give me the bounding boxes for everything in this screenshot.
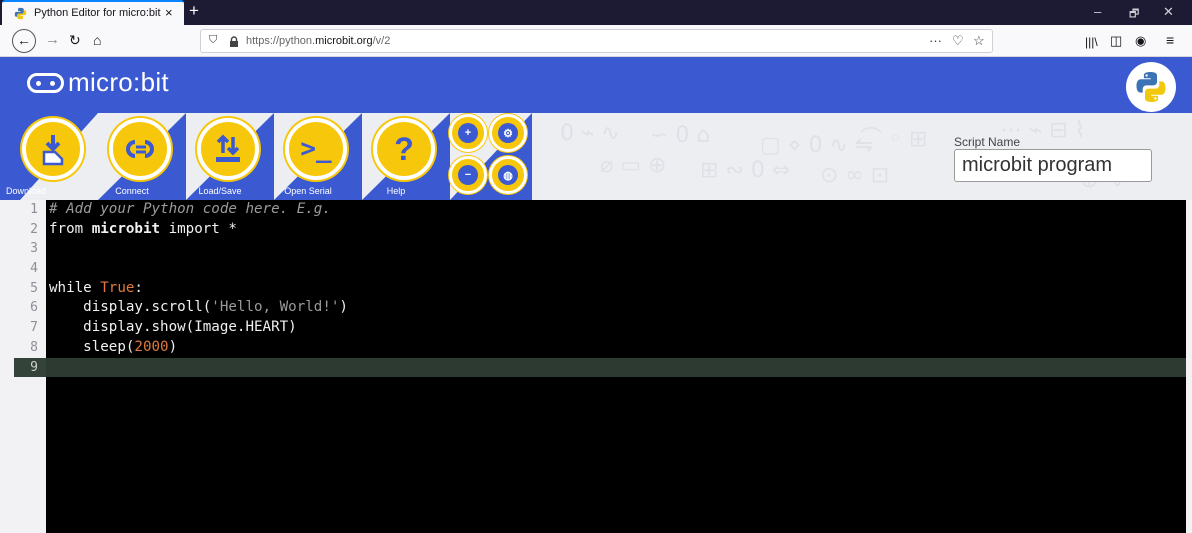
zoom-out-icon: − — [458, 165, 478, 185]
account-icon[interactable]: ◉ — [1135, 32, 1146, 50]
line-number: 4 — [30, 261, 38, 277]
code-line[interactable]: from microbit import * — [46, 220, 1186, 240]
help-icon: ? — [394, 130, 414, 167]
decor-glyph: 0 ⌁ ∿ — [560, 121, 620, 146]
code-line[interactable] — [46, 239, 1186, 259]
connect-label: Connect — [115, 186, 149, 196]
python-favicon-icon — [14, 7, 27, 20]
reload-icon[interactable]: ↻ — [69, 31, 81, 49]
app-logo-text: micro:bit — [68, 67, 169, 97]
code-token: import * — [160, 220, 237, 237]
download-icon — [26, 122, 80, 176]
tracking-shield-icon[interactable]: ⛉ — [209, 34, 217, 47]
code-token: # Add your Python code here. E.g. — [49, 201, 331, 217]
language-icon: ◍ — [498, 165, 518, 185]
decor-glyph: ⌒ ◦ ⊞ — [860, 127, 928, 152]
script-name-input[interactable] — [954, 149, 1152, 182]
home-icon[interactable]: ⌂ — [93, 31, 101, 49]
code-token: ) — [168, 338, 178, 355]
url-text: https://python.microbit.org/v/2 — [246, 35, 391, 47]
settings-icon: ⚙ — [498, 123, 518, 143]
code-token: 2000 — [134, 338, 169, 355]
decor-glyph: ⊙ ∞ ⊡ — [820, 163, 890, 188]
tab-close-icon[interactable]: × — [165, 5, 173, 20]
url-bar[interactable]: ⛉ https://python.microbit.org/v/2 ··· ♡ … — [200, 29, 993, 53]
line-number: 8 — [30, 339, 38, 355]
line-number: 7 — [30, 320, 38, 336]
language-button[interactable]: ◍ — [489, 156, 527, 194]
download-label: Download — [6, 186, 47, 196]
microbit-logo-icon — [27, 73, 64, 93]
help-button[interactable]: ? Help — [352, 113, 450, 200]
code-token: : — [134, 279, 143, 296]
line-number: 6 — [30, 300, 38, 316]
line-number: 1 — [30, 202, 38, 217]
browser-tab[interactable]: Python Editor for micro:bit × — [2, 0, 184, 25]
python-logo-icon — [1126, 62, 1176, 112]
code-editor[interactable]: 1 2 3 4 5 6 7 8 9 # Add your Python code here. E… — [14, 200, 1186, 533]
page-actions-icon[interactable]: ··· — [929, 33, 942, 48]
code-area[interactable]: # Add your Python code here. E.g. from mi… — [46, 200, 1186, 378]
zoom-in-icon: + — [458, 123, 478, 143]
code-token: while — [49, 279, 101, 296]
app-header: micro:bit — [0, 57, 1192, 113]
line-number: 2 — [30, 221, 38, 237]
browser-nav-bar: ← → ↻ ⌂ ⛉ https://python.microbit.org/v/… — [0, 25, 1192, 57]
code-line[interactable]: display.scroll('Hello, World!') — [46, 298, 1186, 318]
bookmark-star-icon[interactable]: ☆ — [973, 33, 985, 49]
code-line[interactable]: # Add your Python code here. E.g. — [46, 200, 1186, 220]
decor-glyph: ⊞ ∾ 0 ⇔ — [700, 158, 791, 183]
zoom-in-button[interactable]: + — [449, 114, 487, 152]
load-save-icon — [201, 122, 255, 176]
line-number: 9 — [14, 357, 46, 378]
decor-glyph: ▢ ⋄ 0 ∿ ⇋ — [760, 133, 874, 158]
serial-icon: >_ — [300, 134, 332, 164]
load-save-label: Load/Save — [198, 186, 242, 196]
line-number: 5 — [30, 280, 38, 296]
line-number: 3 — [30, 241, 38, 257]
code-token: ) — [339, 299, 348, 316]
decor-glyph: ∽ 0 ⌂ — [650, 123, 711, 148]
sidebar-icon[interactable]: ◫ — [1110, 32, 1122, 50]
code-token: microbit — [91, 220, 161, 237]
open-serial-label: Open Serial — [284, 186, 332, 196]
forward-icon[interactable]: → — [45, 31, 60, 49]
line-number-gutter: 1 2 3 4 5 6 7 8 9 — [14, 200, 46, 533]
pocket-icon[interactable]: ♡ — [952, 33, 964, 49]
close-window-icon[interactable]: ✕ — [1163, 4, 1174, 20]
load-save-button[interactable]: Load/Save — [176, 113, 274, 200]
code-token: sleep( — [49, 338, 135, 355]
decor-glyph: ⌀ ▭ ⊕ — [600, 153, 667, 178]
browser-tab-strip: Python Editor for micro:bit × + – 🗗 ✕ — [0, 0, 1192, 25]
back-icon[interactable]: ← — [12, 29, 36, 53]
menu-icon[interactable]: ≡ — [1166, 31, 1174, 49]
code-line[interactable]: sleep(2000) — [46, 338, 1186, 358]
new-tab-icon[interactable]: + — [189, 2, 199, 20]
open-serial-button[interactable]: >_ Open Serial — [264, 113, 362, 200]
help-label: Help — [386, 186, 406, 196]
left-margin — [0, 200, 14, 533]
code-token: from — [49, 220, 92, 237]
library-icon[interactable]: |||\ — [1085, 33, 1098, 51]
code-line[interactable] — [46, 259, 1186, 279]
code-token: 'Hello, World!' — [211, 299, 340, 316]
tab-title: Python Editor for micro:bit — [34, 7, 161, 19]
code-line[interactable]: while True: — [46, 279, 1186, 299]
code-line[interactable]: display.show(Image.HEART) — [46, 318, 1186, 338]
code-token: display.scroll( — [49, 299, 212, 316]
script-name-label: Script Name — [954, 135, 1021, 149]
editor-toolbar: 0 ⌁ ∿ ⌀ ▭ ⊕ ∽ 0 ⌂ ⊞ ∾ 0 ⇔ ▢ ⋄ 0 ∿ ⇋ ⊙ ∞ … — [0, 113, 1192, 200]
minimize-icon[interactable]: – — [1094, 4, 1101, 19]
connect-button[interactable]: Connect — [88, 113, 186, 200]
restore-icon[interactable]: 🗗 — [1129, 5, 1139, 24]
settings-button[interactable]: ⚙ — [489, 114, 527, 152]
zoom-out-button[interactable]: − — [449, 156, 487, 194]
code-token: True — [100, 279, 135, 296]
code-token: display.show(Image.HEART) — [49, 319, 297, 336]
connect-icon — [113, 122, 167, 176]
download-button[interactable]: Download — [0, 113, 98, 200]
lock-icon[interactable] — [229, 36, 239, 48]
code-line[interactable] — [46, 357, 1186, 378]
